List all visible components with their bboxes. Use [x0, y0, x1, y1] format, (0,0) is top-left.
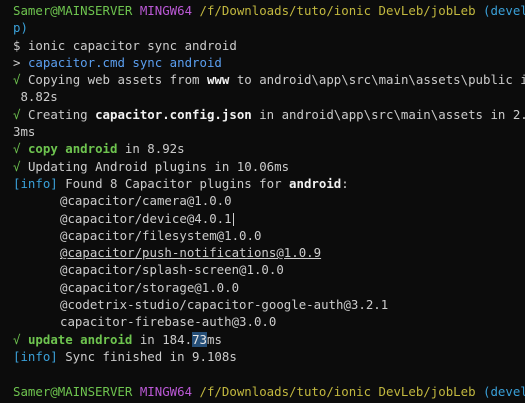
found-platform: android: [289, 175, 342, 191]
copy-web-line: √ Copying web assets from www to android…: [13, 71, 525, 88]
plugin-item: @capacitor/push-notifications@1.0.9: [13, 244, 525, 261]
create-config-line-wrap: 3ms: [13, 123, 525, 140]
copy-android-line: √ copy android in 8.92s: [13, 140, 525, 157]
check-icon: √: [13, 141, 21, 157]
subcommand-text: capacitor.cmd sync android: [27, 54, 222, 70]
check-icon: √: [13, 158, 21, 174]
update-android-line: √ update android in 184.73ms: [13, 331, 525, 348]
plugin-name: @capacitor/filesystem@1.0.0: [60, 227, 262, 243]
found-plugins-text: Found 8 Capacitor plugins for: [57, 175, 290, 191]
plugin-item: @capacitor/device@4.0.1: [13, 210, 525, 227]
found-plugins-line: [info] Found 8 Capacitor plugins for and…: [13, 175, 525, 192]
command-symbol: $: [13, 37, 21, 53]
copy-web-time: 8.82s: [13, 89, 58, 105]
update-plugins-text: Updating Android plugins in 10.06ms: [27, 158, 290, 174]
plugin-name: @capacitor/push-notifications@1.0.9: [60, 245, 322, 261]
copy-web-line-wrap: 8.82s: [13, 88, 525, 105]
copy-web-source: www: [206, 72, 230, 88]
prompt-path: /f/Downloads/tuto/ionic DevLeb/jobLeb: [199, 383, 476, 399]
plugin-item: @capacitor/splash-screen@1.0.0: [13, 261, 525, 278]
found-colon: :: [341, 175, 349, 191]
subcommand-symbol: >: [13, 54, 21, 70]
prompt-path: /f/Downloads/tuto/ionic DevLeb/jobLeb: [199, 3, 476, 18]
plugin-item: capacitor-firebase-auth@3.0.0: [13, 313, 525, 330]
text-cursor-icon: [232, 212, 234, 226]
create-dest: in android\app\src\main\assets in 2.5: [251, 106, 525, 122]
prompt-user-host: Samer@MAINSERVER: [13, 3, 133, 18]
update-android-label: update android: [27, 331, 133, 347]
prompt-line: Samer@MAINSERVER MINGW64 /f/Downloads/tu…: [13, 2, 525, 19]
plugin-item: @capacitor/filesystem@1.0.0: [13, 227, 525, 244]
plugin-name: @capacitor/splash-screen@1.0.0: [60, 262, 284, 278]
sync-finished-text: Sync finished in 9.108s: [57, 348, 237, 364]
prompt-shell: MINGW64: [139, 3, 193, 18]
update-android-time: in 184.: [132, 331, 193, 347]
create-file: capacitor.config.json: [95, 106, 252, 122]
plugin-item: @capacitor/storage@1.0.0: [13, 279, 525, 296]
plugin-name: @capacitor/camera@1.0.0: [60, 193, 232, 209]
check-icon: √: [13, 331, 21, 347]
check-icon: √: [13, 72, 21, 88]
plugin-item: @capacitor/camera@1.0.0: [13, 192, 525, 209]
plugin-name: @capacitor/device@4.0.1: [60, 210, 232, 226]
info-tag: [info]: [13, 348, 58, 364]
copy-android-label: copy android: [27, 141, 118, 157]
prompt-branch: (develo: [483, 3, 525, 18]
prompt-line-partial: Samer@MAINSERVER MINGW64 /f/Downloads/tu…: [13, 383, 525, 400]
create-time: 3ms: [13, 124, 36, 140]
prompt-branch-wrap: p): [13, 20, 28, 36]
text-selection[interactable]: 73: [192, 331, 207, 347]
prompt-line-wrap: p): [13, 19, 525, 36]
subcommand-line: > capacitor.cmd sync android: [13, 54, 525, 71]
plugin-name: @codetrix-studio/capacitor-google-auth@3…: [60, 297, 389, 313]
plugin-item: @codetrix-studio/capacitor-google-auth@3…: [13, 296, 525, 313]
prompt-shell: MINGW64: [139, 383, 193, 399]
update-android-unit: ms: [206, 331, 222, 347]
command-text: ionic capacitor sync android: [27, 37, 237, 53]
info-tag: [info]: [13, 175, 58, 191]
copy-android-time: in 8.92s: [117, 141, 185, 157]
copy-web-text: Copying web assets from: [27, 72, 207, 88]
command-line: $ ionic capacitor sync android: [13, 37, 525, 54]
create-text: Creating: [27, 106, 96, 122]
create-config-line: √ Creating capacitor.config.json in andr…: [13, 106, 525, 123]
check-icon: √: [13, 106, 21, 122]
plugin-name: @capacitor/storage@1.0.0: [60, 279, 240, 295]
sync-finished-line: [info] Sync finished in 9.108s: [13, 348, 525, 365]
update-plugins-line: √ Updating Android plugins in 10.06ms: [13, 158, 525, 175]
prompt-user-host: Samer@MAINSERVER: [13, 383, 133, 399]
plugin-name: capacitor-firebase-auth@3.0.0: [60, 314, 277, 330]
prompt-branch: (develo: [483, 383, 525, 399]
copy-web-dest: to android\app\src\main\assets\public in: [229, 72, 525, 88]
terminal-window[interactable]: Samer@MAINSERVER MINGW64 /f/Downloads/tu…: [0, 0, 525, 403]
